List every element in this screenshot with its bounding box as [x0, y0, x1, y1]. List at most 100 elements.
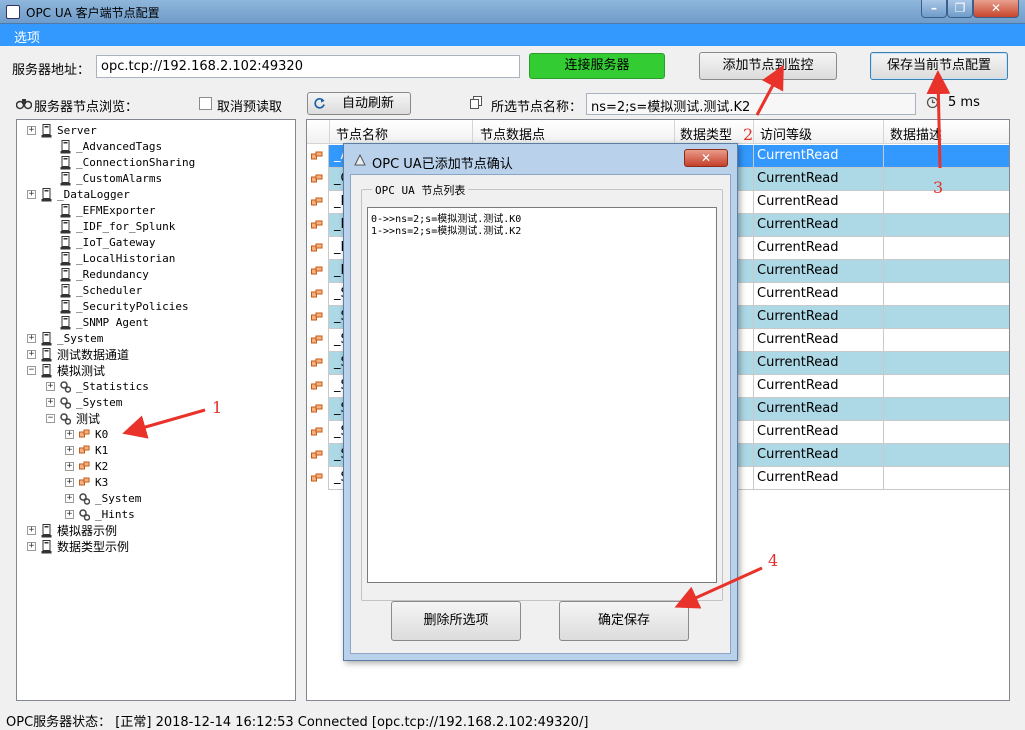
- save-node-config-button[interactable]: 保存当前节点配置: [870, 52, 1008, 80]
- expand-toggle[interactable]: +: [27, 542, 36, 551]
- tree-node-label: _IDF_for_Splunk: [76, 220, 176, 233]
- tree-node-label: 测试数据通道: [57, 348, 130, 362]
- tree-node[interactable]: _LocalHistorian: [17, 251, 295, 267]
- row-header[interactable]: [307, 260, 329, 283]
- tree-node[interactable]: − 模拟测试: [17, 363, 295, 379]
- row-header[interactable]: [307, 329, 329, 352]
- row-header[interactable]: [307, 191, 329, 214]
- tree-node[interactable]: _EFMExporter: [17, 203, 295, 219]
- expand-toggle[interactable]: +: [27, 190, 36, 199]
- row-header[interactable]: [307, 421, 329, 444]
- maximize-button[interactable]: ❐: [947, 0, 973, 18]
- column-header-access-level[interactable]: 访问等级: [760, 124, 812, 143]
- cell-access-level: CurrentRead: [757, 148, 839, 163]
- row-header[interactable]: [307, 168, 329, 191]
- server-icon: [60, 252, 71, 266]
- tree-node[interactable]: _SNMP Agent: [17, 315, 295, 331]
- selected-node-field[interactable]: ns=2;s=模拟测试.测试.K2: [586, 93, 916, 115]
- tree-node-label: K0: [95, 428, 109, 441]
- tree-node[interactable]: + K0: [17, 427, 295, 443]
- row-header[interactable]: [307, 306, 329, 329]
- tree-node[interactable]: + _System: [17, 331, 295, 347]
- list-item[interactable]: 1->>ns=2;s=模拟测试.测试.K2: [371, 222, 521, 237]
- connect-server-button[interactable]: 连接服务器: [529, 53, 665, 79]
- column-header-data-type[interactable]: 数据类型: [680, 124, 732, 143]
- delete-selected-button[interactable]: 删除所选项: [391, 601, 521, 641]
- status-text: [正常] 2018-12-14 16:12:53 Connected [opc.…: [115, 715, 589, 730]
- expand-toggle[interactable]: +: [65, 494, 74, 503]
- tree-node[interactable]: + K2: [17, 459, 295, 475]
- row-header[interactable]: [307, 467, 329, 490]
- tree-node[interactable]: + _DataLogger: [17, 187, 295, 203]
- tree-node[interactable]: + K1: [17, 443, 295, 459]
- expand-toggle[interactable]: +: [27, 526, 36, 535]
- expand-toggle[interactable]: +: [27, 126, 36, 135]
- tree-node[interactable]: + _Hints: [17, 507, 295, 523]
- folder-gear-icon: [60, 381, 71, 393]
- annotation-number-3: 3: [933, 178, 944, 197]
- server-node-tree[interactable]: + Server _AdvancedTags _ConnectionSharing _C…: [16, 119, 296, 701]
- tree-node[interactable]: _ConnectionSharing: [17, 155, 295, 171]
- add-node-monitor-button[interactable]: 添加节点到监控: [699, 52, 837, 80]
- row-header[interactable]: [307, 444, 329, 467]
- tree-node[interactable]: _IDF_for_Splunk: [17, 219, 295, 235]
- tree-node[interactable]: + K3: [17, 475, 295, 491]
- added-node-listbox[interactable]: 0->>ns=2;s=模拟测试.测试.K0 1->>ns=2;s=模拟测试.测试…: [367, 207, 717, 583]
- expand-toggle[interactable]: +: [65, 510, 74, 519]
- row-header[interactable]: [307, 214, 329, 237]
- tree-node[interactable]: + 模拟器示例: [17, 523, 295, 539]
- server-address-label: 服务器地址：: [12, 63, 91, 78]
- collapse-toggle[interactable]: −: [27, 366, 36, 375]
- expand-toggle[interactable]: +: [46, 398, 55, 407]
- tree-node[interactable]: _SecurityPolicies: [17, 299, 295, 315]
- server-address-input[interactable]: opc.tcp://192.168.2.102:49320: [96, 55, 520, 78]
- tree-node[interactable]: _CustomAlarms: [17, 171, 295, 187]
- column-header-node-datapoint[interactable]: 节点数据点: [480, 124, 545, 143]
- collapse-toggle[interactable]: −: [46, 414, 55, 423]
- tree-node[interactable]: + _System: [17, 491, 295, 507]
- column-header-node-name[interactable]: 节点名称: [336, 124, 388, 143]
- row-header[interactable]: [307, 375, 329, 398]
- tree-node[interactable]: + 数据类型示例: [17, 539, 295, 555]
- row-header[interactable]: [307, 237, 329, 260]
- row-header[interactable]: [307, 145, 329, 168]
- expand-toggle[interactable]: +: [27, 334, 36, 343]
- confirm-save-button[interactable]: 确定保存: [559, 601, 689, 641]
- row-header[interactable]: [307, 352, 329, 375]
- tree-node-label: _Redundancy: [76, 268, 149, 281]
- cancel-preread-label: 取消预读取: [217, 100, 283, 115]
- tree-node[interactable]: + 测试数据通道: [17, 347, 295, 363]
- node-list-group-label: OPC UA 节点列表: [372, 182, 469, 198]
- menu-options[interactable]: 选项: [14, 27, 40, 46]
- tree-node[interactable]: + _Statistics: [17, 379, 295, 395]
- expand-toggle[interactable]: +: [65, 430, 74, 439]
- expand-toggle[interactable]: +: [65, 446, 74, 455]
- tree-node[interactable]: _Scheduler: [17, 283, 295, 299]
- tag-icon: [79, 429, 90, 438]
- tree-node[interactable]: + Server: [17, 123, 295, 139]
- tree-node[interactable]: + _System: [17, 395, 295, 411]
- cancel-preread-checkbox[interactable]: [199, 97, 212, 110]
- server-icon: [60, 220, 71, 234]
- row-header[interactable]: [307, 283, 329, 306]
- tree-node[interactable]: _AdvancedTags: [17, 139, 295, 155]
- expand-toggle[interactable]: +: [65, 478, 74, 487]
- row-header[interactable]: [307, 398, 329, 421]
- minimize-button[interactable]: –: [921, 0, 947, 18]
- key-icon: [311, 427, 323, 436]
- tree-node-label: 模拟测试: [57, 364, 106, 378]
- refresh-icon: [314, 98, 325, 109]
- expand-toggle[interactable]: +: [46, 382, 55, 391]
- dialog-close-button[interactable]: ✕: [684, 149, 728, 167]
- column-header-data-description[interactable]: 数据描述: [890, 124, 942, 143]
- selected-node-label: 所选节点名称：: [491, 100, 583, 115]
- tree-node[interactable]: _IoT_Gateway: [17, 235, 295, 251]
- tree-node[interactable]: _Redundancy: [17, 267, 295, 283]
- tree-node[interactable]: − 测试: [17, 411, 295, 427]
- expand-toggle[interactable]: +: [27, 350, 36, 359]
- auto-refresh-button[interactable]: 自动刷新: [307, 92, 411, 115]
- expand-toggle[interactable]: +: [65, 462, 74, 471]
- cell-access-level: CurrentRead: [757, 332, 839, 347]
- cell-access-level: CurrentRead: [757, 424, 839, 439]
- close-button[interactable]: ✕: [973, 0, 1019, 18]
